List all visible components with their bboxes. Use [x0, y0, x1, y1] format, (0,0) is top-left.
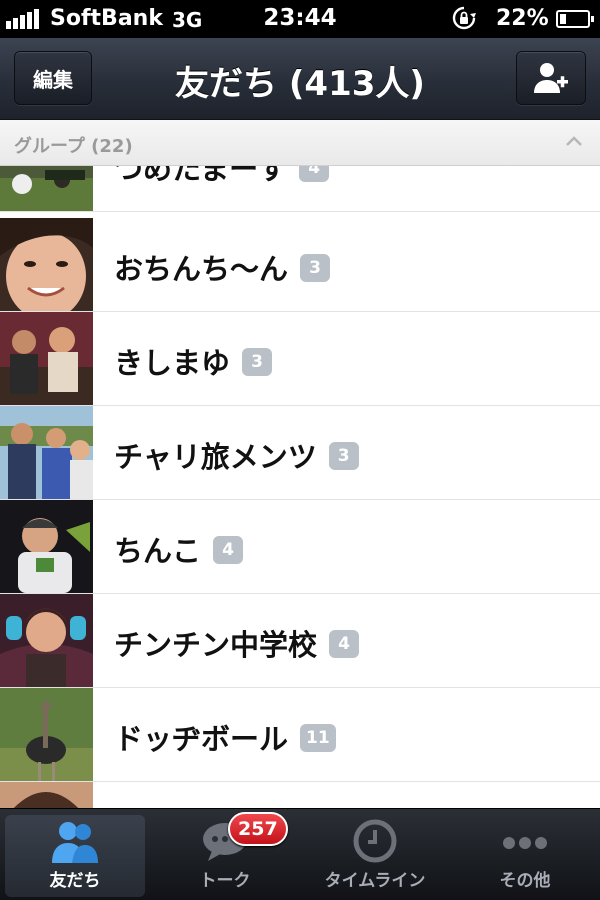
group-avatar	[0, 782, 93, 808]
page-title: 友だち (413人)	[175, 64, 425, 104]
clock-icon	[353, 819, 397, 863]
tab-label: 友だち	[49, 871, 101, 891]
member-count-badge: 3	[300, 254, 331, 282]
group-name: チャリ旅メンツ 3	[114, 434, 359, 476]
group-avatar	[0, 312, 93, 405]
group-avatar	[0, 688, 93, 781]
friends-icon	[52, 822, 98, 863]
member-count-badge: 4	[213, 536, 244, 564]
navigation-bar: 編集 友だち (413人)	[0, 38, 600, 120]
member-count-badge: 11	[300, 724, 336, 752]
battery-icon	[556, 10, 594, 28]
group-name: ちんこ 4	[114, 528, 244, 570]
edit-button[interactable]: 編集	[14, 51, 92, 105]
tab-friends[interactable]: 友だち	[5, 815, 145, 897]
tab-label: タイムライン	[324, 871, 426, 891]
add-person-icon	[534, 63, 568, 93]
status-bar: SoftBank 3G 23:44 22%	[0, 0, 600, 38]
group-row[interactable]: つめたまーす 4	[0, 166, 600, 212]
rotation-lock-icon	[452, 6, 476, 30]
member-count-badge: 3	[242, 348, 273, 376]
add-friend-button[interactable]	[516, 51, 586, 105]
group-row[interactable]: ちんこ 4	[0, 500, 600, 594]
tab-label: その他	[499, 871, 551, 891]
member-count-badge: 3	[328, 442, 359, 470]
chevron-up-icon	[566, 136, 582, 146]
group-name: きしまゆ 3	[114, 340, 273, 382]
group-row[interactable]: チンチン中学校 4	[0, 594, 600, 688]
group-row[interactable]: ドッヂボール 11	[0, 688, 600, 782]
group-name: ドッヂボール 11	[114, 716, 336, 758]
group-avatar	[0, 594, 93, 687]
member-count-badge: 4	[299, 166, 330, 182]
group-section-header[interactable]: グループ (22)	[0, 120, 600, 166]
battery-percent: 22%	[496, 6, 549, 31]
group-section-label: グループ (22)	[14, 136, 133, 157]
talk-unread-badge: 257	[228, 812, 288, 846]
group-name: つめたまーす 4	[114, 166, 330, 188]
group-list[interactable]: つめたまーす 4 おちんち〜ん 3 きしまゆ 3 チャリ旅メンツ 3 ちんこ 4…	[0, 166, 600, 808]
tab-more[interactable]: その他	[455, 815, 595, 897]
group-row[interactable]: チャリ旅メンツ 3	[0, 406, 600, 500]
tab-bar: 友だち トーク タイムライン その他	[0, 808, 600, 900]
group-row[interactable]: おちんち〜ん 3	[0, 218, 600, 312]
group-name: チンチン中学校 4	[114, 622, 360, 664]
group-avatar	[0, 218, 93, 311]
group-name: おちんち〜ん 3	[114, 246, 331, 288]
group-avatar	[0, 500, 93, 593]
group-avatar	[0, 166, 93, 211]
group-avatar	[0, 406, 93, 499]
group-row[interactable]: きしまゆ 3	[0, 312, 600, 406]
group-row[interactable]	[0, 782, 600, 808]
tab-timeline[interactable]: タイムライン	[305, 815, 445, 897]
more-dots-icon	[503, 837, 547, 849]
battery-fill	[560, 14, 566, 24]
member-count-badge: 4	[329, 630, 360, 658]
tab-label: トーク	[199, 871, 251, 891]
